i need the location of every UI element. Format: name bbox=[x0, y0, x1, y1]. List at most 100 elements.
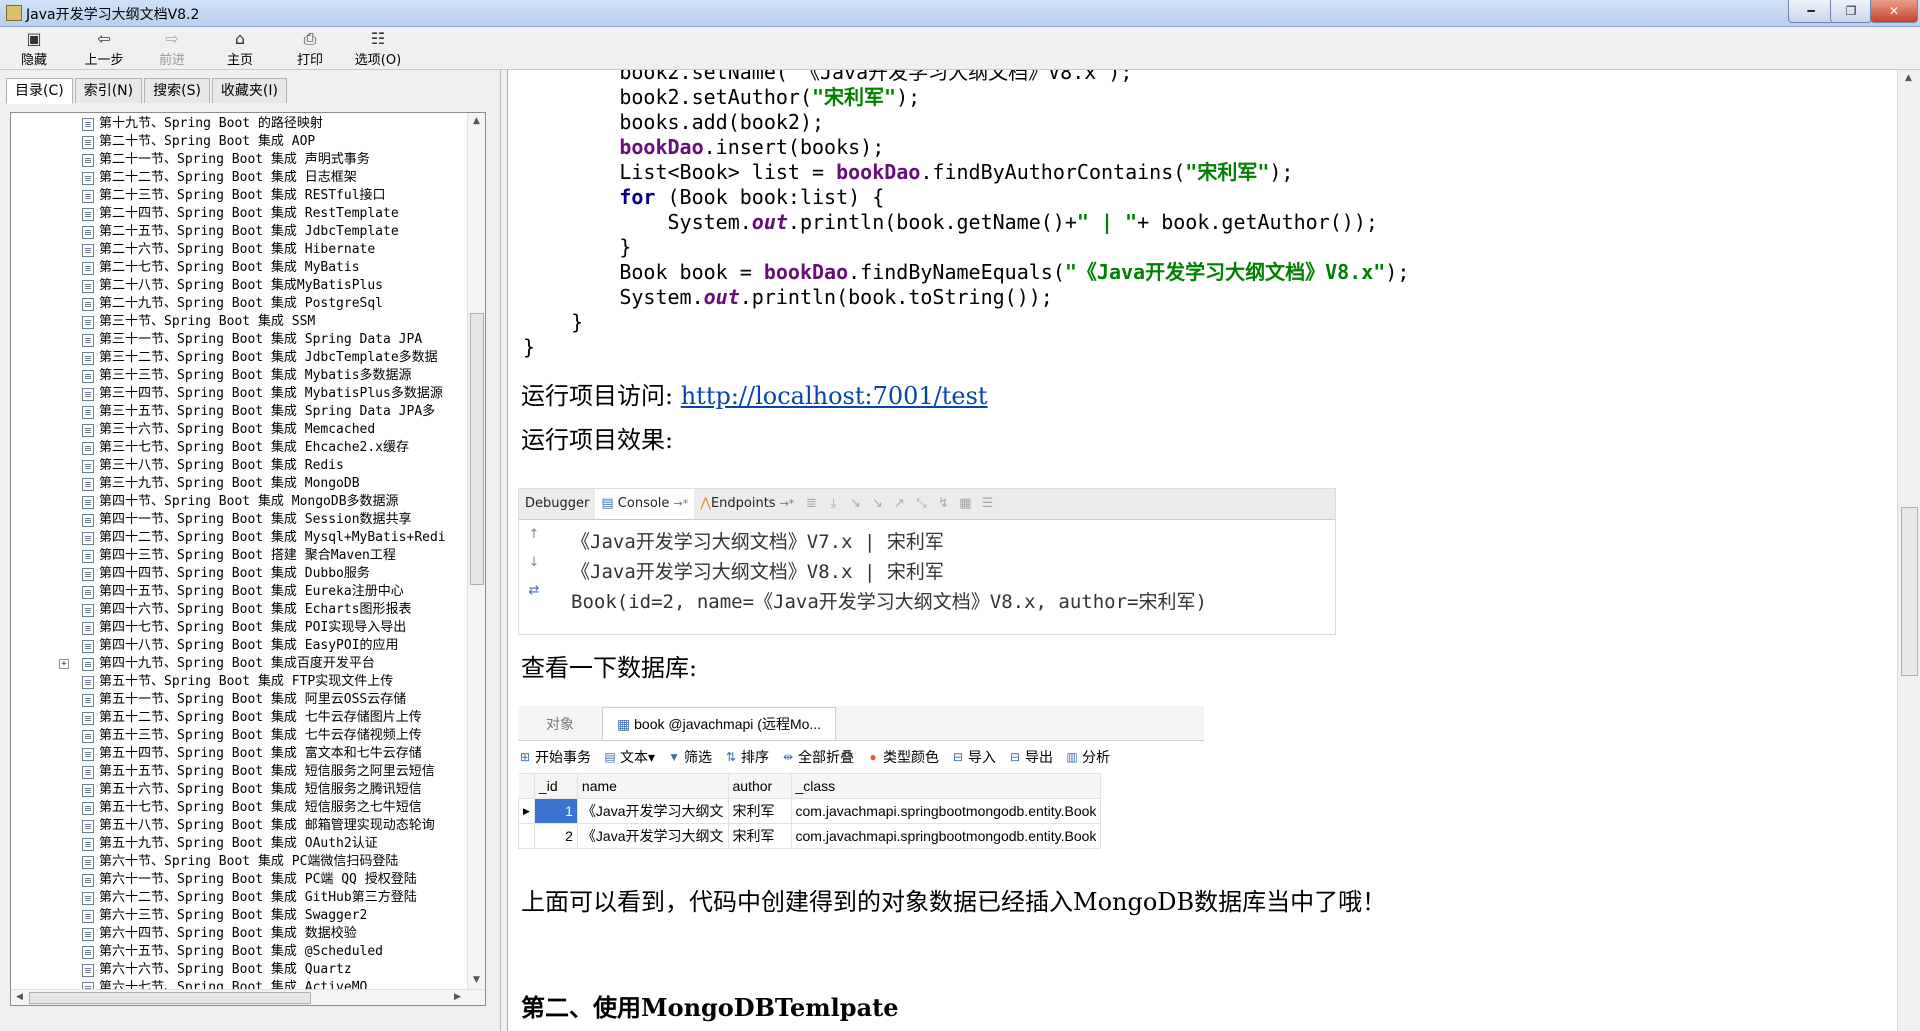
page-icon bbox=[82, 568, 94, 581]
row-pointer-icon: ▶ bbox=[518, 798, 535, 824]
page-icon bbox=[82, 280, 94, 293]
code-block: book2.setName("《Java开发学习大纲文档》V8.x"); boo… bbox=[523, 70, 1409, 360]
toc-item[interactable]: 第五十三节、Spring Boot 集成 七牛云存储视频上传 bbox=[11, 727, 466, 745]
tab-search[interactable]: 搜索(S) bbox=[144, 78, 210, 103]
minimize-button[interactable]: ━ bbox=[1788, 0, 1834, 23]
tab-index[interactable]: 索引(N) bbox=[74, 78, 143, 103]
toc-item[interactable]: 第五十六节、Spring Boot 集成 短信服务之腾讯短信 bbox=[11, 781, 466, 799]
toc-item[interactable]: 第三十一节、Spring Boot 集成 Spring Data JPA bbox=[11, 331, 466, 349]
toc-item[interactable]: 第六十一节、Spring Boot 集成 PC端 QQ 授权登陆 bbox=[11, 871, 466, 889]
code-line: System.out.println(book.toString()); bbox=[523, 285, 1053, 309]
localhost-link[interactable]: http://localhost:7001/test bbox=[681, 382, 988, 410]
toc-item[interactable]: 第三十八节、Spring Boot 集成 Redis bbox=[11, 457, 466, 475]
page-icon bbox=[82, 892, 94, 905]
code-line: } bbox=[523, 335, 536, 359]
tab-contents[interactable]: 目录(C) bbox=[6, 78, 73, 104]
database-screenshot: 对象 ▦ book @javachmapi (远程Mo... ⊞ 开始事务 ▤ 文本… bbox=[518, 706, 1204, 866]
toc-item[interactable]: 第六十六节、Spring Boot 集成 Quartz bbox=[11, 961, 466, 979]
toc-item[interactable]: 第四十四节、Spring Boot 集成 Dubbo服务 bbox=[11, 565, 466, 583]
tree-scroll-thumb[interactable] bbox=[470, 313, 484, 585]
toc-item[interactable]: 第六十二节、Spring Boot 集成 GitHub第三方登陆 bbox=[11, 889, 466, 907]
scroll-right-icon[interactable]: ▶ bbox=[449, 989, 466, 1005]
toc-item[interactable]: 第二十四节、Spring Boot 集成 RestTemplate bbox=[11, 205, 466, 223]
tree-vertical-scrollbar[interactable]: ▲ ▼ bbox=[467, 113, 485, 989]
code-line: book2.setAuthor("宋利军"); bbox=[523, 85, 921, 109]
toc-item[interactable]: 第三十六节、Spring Boot 集成 Memcached bbox=[11, 421, 466, 439]
toc-item[interactable]: 第二十九节、Spring Boot 集成 PostgreSql bbox=[11, 295, 466, 313]
toc-item[interactable]: 第二十三节、Spring Boot 集成 RESTful接口 bbox=[11, 187, 466, 205]
expand-icon[interactable]: + bbox=[59, 659, 69, 669]
toc-item[interactable]: 第五十九节、Spring Boot 集成 OAuth2认证 bbox=[11, 835, 466, 853]
toc-item[interactable]: 第二十节、Spring Boot 集成 AOP bbox=[11, 133, 466, 151]
content-vertical-scrollbar[interactable]: ▲ bbox=[1897, 70, 1920, 1031]
toc-item[interactable]: 第五十四节、Spring Boot 集成 富文本和七牛云存储 bbox=[11, 745, 466, 763]
console-screenshot: Debugger ▤ Console →* ⋀Endpoints →* ≣ ⤓ ↘ ↘… bbox=[518, 488, 1336, 635]
toc-item[interactable]: 第二十七节、Spring Boot 集成 MyBatis bbox=[11, 259, 466, 277]
maximize-button[interactable]: ❐ bbox=[1830, 0, 1872, 23]
chart-icon: ▥ bbox=[1066, 750, 1078, 764]
toc-item[interactable]: 第四十一节、Spring Boot 集成 Session数据共享 bbox=[11, 511, 466, 529]
page-icon bbox=[82, 442, 94, 455]
code-line: List<Book> list = bookDao.findByAuthorCo… bbox=[523, 160, 1294, 184]
print-button[interactable]: ⎙ 打印 bbox=[282, 29, 338, 68]
home-icon: ⌂ bbox=[234, 29, 246, 48]
toc-item[interactable]: 第四十七节、Spring Boot 集成 POI实现导入导出 bbox=[11, 619, 466, 637]
toc-item[interactable]: 第四十节、Spring Boot 集成 MongoDB多数据源 bbox=[11, 493, 466, 511]
toc-item[interactable]: 第五十节、Spring Boot 集成 FTP实现文件上传 bbox=[11, 673, 466, 691]
hide-button[interactable]: ▣ 隐藏 bbox=[6, 29, 62, 68]
toc-item[interactable]: 第二十六节、Spring Boot 集成 Hibernate bbox=[11, 241, 466, 259]
toc-item[interactable]: 第五十七节、Spring Boot 集成 短信服务之七牛短信 bbox=[11, 799, 466, 817]
console-tab-bar: Debugger ▤ Console →* ⋀Endpoints →* ≣ ⤓ ↘ ↘… bbox=[519, 489, 1335, 520]
page-icon bbox=[82, 244, 94, 257]
filter-button: ▼ 筛选 bbox=[668, 749, 713, 765]
collapse-icon: ⇹ bbox=[783, 750, 794, 764]
toc-item[interactable]: 第六十五节、Spring Boot 集成 @Scheduled bbox=[11, 943, 466, 961]
toc-item[interactable]: 第六十四节、Spring Boot 集成 数据校验 bbox=[11, 925, 466, 943]
toc-item[interactable]: 第五十五节、Spring Boot 集成 短信服务之阿里云短信 bbox=[11, 763, 466, 781]
toc-item[interactable]: 第二十八节、Spring Boot 集成MyBatisPlus bbox=[11, 277, 466, 295]
type-color-button: ● 类型颜色 bbox=[866, 747, 939, 767]
toc-item[interactable]: 第二十二节、Spring Boot 集成 日志框架 bbox=[11, 169, 466, 187]
app-icon bbox=[6, 5, 22, 21]
scroll-left-icon[interactable]: ◀ bbox=[11, 989, 28, 1005]
toc-item[interactable]: 第四十三节、Spring Boot 搭建 聚合Maven工程 bbox=[11, 547, 466, 565]
toc-item[interactable]: 第三十三节、Spring Boot 集成 Mybatis多数据源 bbox=[11, 367, 466, 385]
toc-item[interactable]: 第四十二节、Spring Boot 集成 Mysql+MyBatis+Redi bbox=[11, 529, 466, 547]
toc-item[interactable]: 第三十节、Spring Boot 集成 SSM bbox=[11, 313, 466, 331]
toc-item[interactable]: 第十九节、Spring Boot 的路径映射 bbox=[11, 115, 466, 133]
scroll-up-icon[interactable]: ▲ bbox=[468, 113, 485, 130]
toc-item[interactable]: 第四十八节、Spring Boot 集成 EasyPOI的应用 bbox=[11, 637, 466, 655]
toc-item[interactable]: 第三十九节、Spring Boot 集成 MongoDB bbox=[11, 475, 466, 493]
toc-item[interactable]: 第三十七节、Spring Boot 集成 Ehcache2.x缓存 bbox=[11, 439, 466, 457]
toc-item[interactable]: 第二十一节、Spring Boot 集成 声明式事务 bbox=[11, 151, 466, 169]
toc-item[interactable]: 第三十二节、Spring Boot 集成 JdbcTemplate多数据 bbox=[11, 349, 466, 367]
content-scroll-thumb[interactable] bbox=[1901, 507, 1918, 676]
toc-item[interactable]: 第三十五节、Spring Boot 集成 Spring Data JPA多 bbox=[11, 403, 466, 421]
options-button[interactable]: ☷ 选项(O) bbox=[350, 29, 406, 68]
minimize-icon: ━ bbox=[1807, 4, 1815, 18]
code-line: for (Book book:list) { bbox=[619, 185, 885, 209]
close-button[interactable]: ✕ bbox=[1870, 0, 1918, 23]
toc-item[interactable]: 第六十节、Spring Boot 集成 PC端微信扫码登陆 bbox=[11, 853, 466, 871]
toc-item[interactable]: 第二十五节、Spring Boot 集成 JdbcTemplate bbox=[11, 223, 466, 241]
tree-horizontal-scrollbar[interactable]: ◀ ▶ bbox=[11, 989, 485, 1005]
tab-favorites[interactable]: 收藏夹(I) bbox=[211, 78, 287, 103]
toc-item[interactable]: 第五十一节、Spring Boot 集成 阿里云OSS云存储 bbox=[11, 691, 466, 709]
window-title: Java开发学习大纲文档V8.2 bbox=[26, 7, 200, 23]
tab-debugger: Debugger bbox=[525, 496, 590, 511]
toc-item[interactable]: 第三十四节、Spring Boot 集成 MybatisPlus多数据源 bbox=[11, 385, 466, 403]
toc-item[interactable]: 第四十六节、Spring Boot 集成 Echarts图形报表 bbox=[11, 601, 466, 619]
toc-item[interactable]: 第五十八节、Spring Boot 集成 邮箱管理实现动态轮询 bbox=[11, 817, 466, 835]
scroll-down-icon[interactable]: ▼ bbox=[468, 972, 485, 989]
back-button[interactable]: ⇦ 上一步 bbox=[76, 29, 132, 68]
tree-hscroll-thumb[interactable] bbox=[29, 992, 311, 1004]
toc-item[interactable]: + 第四十九节、Spring Boot 集成百度开发平台 bbox=[11, 655, 466, 673]
home-button[interactable]: ⌂ 主页 bbox=[212, 29, 268, 68]
forward-button[interactable]: ⇨ 前进 bbox=[144, 29, 200, 68]
content-scroll-up-icon[interactable]: ▲ bbox=[1900, 70, 1917, 87]
toc-item[interactable]: 第六十三节、Spring Boot 集成 Swagger2 bbox=[11, 907, 466, 925]
nav-tabs: 目录(C) 索引(N) 搜索(S) 收藏夹(I) bbox=[6, 78, 289, 104]
evaluate-icon: ▦ bbox=[959, 496, 972, 511]
toc-item[interactable]: 第四十五节、Spring Boot 集成 Eureka注册中心 bbox=[11, 583, 466, 601]
toc-item[interactable]: 第五十二节、Spring Boot 集成 七牛云存储图片上传 bbox=[11, 709, 466, 727]
